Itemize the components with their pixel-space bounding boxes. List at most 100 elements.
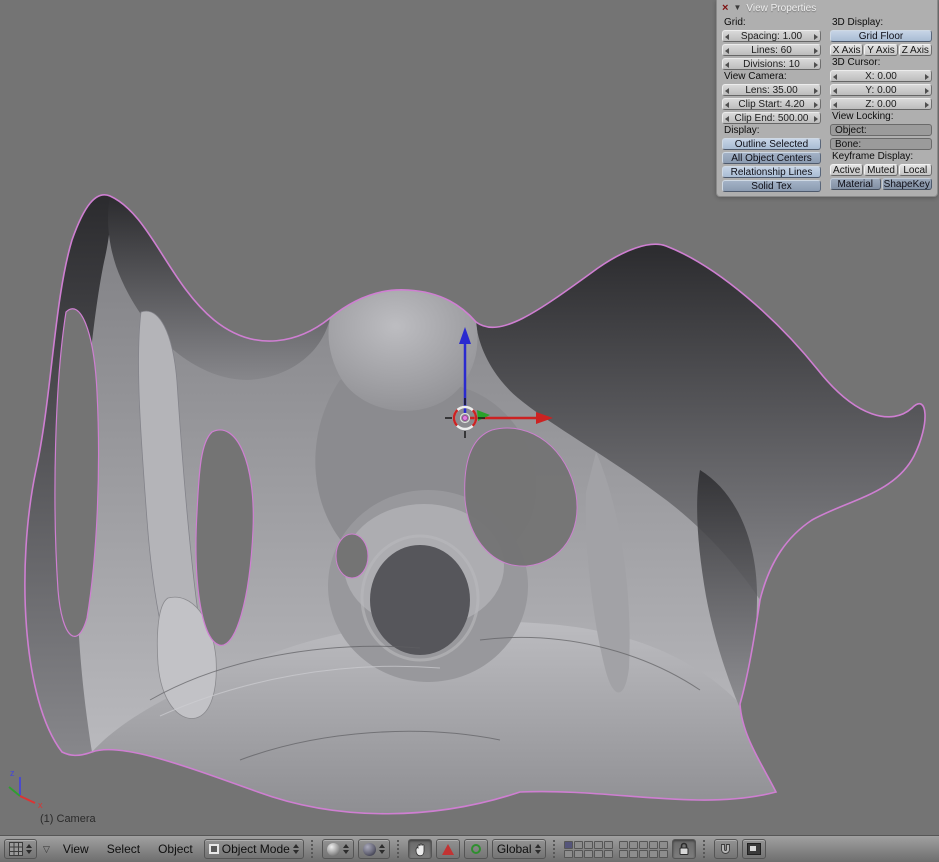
manipulator-rotate-toggle[interactable] bbox=[464, 839, 488, 859]
grid-spacing-field[interactable]: Spacing: 1.00 bbox=[722, 30, 821, 42]
increment-arrow-icon[interactable] bbox=[814, 48, 818, 54]
decrement-arrow-icon[interactable] bbox=[833, 88, 837, 94]
orientation-select[interactable]: Global bbox=[492, 839, 546, 859]
collapse-icon[interactable]: ▼ bbox=[733, 2, 741, 14]
cursor-x-field[interactable]: X: 0.00 bbox=[830, 70, 932, 82]
viewport-status-text: (1) Camera bbox=[40, 813, 97, 825]
layer-toggle[interactable] bbox=[659, 850, 668, 858]
lock-bone-field[interactable]: Bone: bbox=[830, 138, 932, 150]
layer-toggle[interactable] bbox=[584, 841, 593, 849]
keyframe-material-toggle[interactable]: Material bbox=[830, 178, 881, 190]
snap-button[interactable] bbox=[714, 839, 738, 859]
layer-toggle[interactable] bbox=[649, 850, 658, 858]
keyframe-muted-label: Muted bbox=[867, 165, 895, 176]
grid-lines-field[interactable]: Lines: 60 bbox=[722, 44, 821, 56]
render-preview-button[interactable] bbox=[742, 839, 766, 859]
decrement-arrow-icon[interactable] bbox=[725, 116, 729, 122]
mesh-hole-small bbox=[336, 534, 368, 578]
increment-arrow-icon[interactable] bbox=[814, 116, 818, 122]
mode-select[interactable]: Object Mode bbox=[204, 839, 304, 859]
object-menu[interactable]: Object bbox=[151, 836, 200, 862]
layer-toggle[interactable] bbox=[639, 850, 648, 858]
grid-floor-toggle[interactable]: Grid Floor bbox=[830, 30, 932, 42]
pivot-point-icon bbox=[363, 843, 376, 856]
increment-arrow-icon[interactable] bbox=[814, 62, 818, 68]
layer-toggle[interactable] bbox=[584, 850, 593, 858]
decrement-arrow-icon[interactable] bbox=[833, 74, 837, 80]
dropdown-arrows-icon bbox=[26, 844, 32, 854]
clip-end-field[interactable]: Clip End: 500.00 bbox=[722, 112, 821, 124]
orientation-value: Global bbox=[497, 842, 532, 856]
layer-buttons bbox=[564, 841, 668, 858]
solid-tex-toggle[interactable]: Solid Tex bbox=[722, 180, 821, 192]
y-axis-toggle[interactable]: Y Axis bbox=[864, 44, 897, 56]
z-axis-toggle[interactable]: Z Axis bbox=[899, 44, 932, 56]
cursor-z-field[interactable]: Z: 0.00 bbox=[830, 98, 932, 110]
increment-arrow-icon[interactable] bbox=[925, 74, 929, 80]
increment-arrow-icon[interactable] bbox=[814, 34, 818, 40]
increment-arrow-icon[interactable] bbox=[925, 88, 929, 94]
editor-type-select[interactable] bbox=[4, 839, 37, 859]
panel-header: × ▼ View Properties bbox=[717, 0, 937, 16]
header-pulldown-icon[interactable]: ▽ bbox=[41, 844, 52, 855]
layer-toggle[interactable] bbox=[604, 850, 613, 858]
decrement-arrow-icon[interactable] bbox=[725, 102, 729, 108]
rotate-circle-icon bbox=[471, 844, 481, 854]
layer-toggle[interactable] bbox=[659, 841, 668, 849]
manipulator-hand-toggle[interactable] bbox=[408, 839, 432, 859]
outline-selected-toggle[interactable]: Outline Selected bbox=[722, 138, 821, 150]
dropdown-arrows-icon bbox=[379, 844, 385, 854]
solid-tex-label: Solid Tex bbox=[751, 181, 791, 192]
manipulator-translate-toggle[interactable] bbox=[436, 839, 460, 859]
keyframe-shapekey-toggle[interactable]: ShapeKey bbox=[882, 178, 933, 190]
keyframe-local-toggle[interactable]: Local bbox=[899, 164, 932, 176]
translate-triangle-icon bbox=[442, 844, 454, 855]
all-object-centers-toggle[interactable]: All Object Centers bbox=[722, 152, 821, 164]
close-icon[interactable]: × bbox=[722, 2, 728, 14]
cursor-y-field[interactable]: Y: 0.00 bbox=[830, 84, 932, 96]
grid-divisions-field[interactable]: Divisions: 10 bbox=[722, 58, 821, 70]
layer-toggle[interactable] bbox=[619, 841, 628, 849]
increment-arrow-icon[interactable] bbox=[814, 102, 818, 108]
increment-arrow-icon[interactable] bbox=[814, 88, 818, 94]
relationship-lines-toggle[interactable]: Relationship Lines bbox=[722, 166, 821, 178]
decrement-arrow-icon[interactable] bbox=[833, 102, 837, 108]
layer-toggle[interactable] bbox=[629, 841, 638, 849]
lens-field[interactable]: Lens: 35.00 bbox=[722, 84, 821, 96]
cursor-x-value: X: 0.00 bbox=[865, 71, 897, 82]
decrement-arrow-icon[interactable] bbox=[725, 34, 729, 40]
draw-type-select[interactable] bbox=[322, 839, 354, 859]
layer-toggle[interactable] bbox=[619, 850, 628, 858]
layer-toggle[interactable] bbox=[574, 841, 583, 849]
grid-floor-label: Grid Floor bbox=[859, 31, 903, 42]
decrement-arrow-icon[interactable] bbox=[725, 48, 729, 54]
layer-toggle[interactable] bbox=[639, 841, 648, 849]
layer-toggle[interactable] bbox=[604, 841, 613, 849]
layer-toggle[interactable] bbox=[594, 841, 603, 849]
layer-toggle[interactable] bbox=[564, 841, 573, 849]
layer-toggle[interactable] bbox=[574, 850, 583, 858]
pivot-select[interactable] bbox=[358, 839, 390, 859]
dropdown-arrows-icon bbox=[343, 844, 349, 854]
view-menu[interactable]: View bbox=[56, 836, 96, 862]
dropdown-arrows-icon bbox=[535, 844, 541, 854]
lock-layers-toggle[interactable] bbox=[672, 839, 696, 859]
layer-toggle[interactable] bbox=[594, 850, 603, 858]
layer-toggle[interactable] bbox=[629, 850, 638, 858]
keyframe-active-toggle[interactable]: Active bbox=[830, 164, 863, 176]
increment-arrow-icon[interactable] bbox=[925, 102, 929, 108]
mesh-object[interactable] bbox=[25, 195, 925, 814]
decrement-arrow-icon[interactable] bbox=[725, 88, 729, 94]
layer-toggle[interactable] bbox=[649, 841, 658, 849]
select-menu[interactable]: Select bbox=[100, 836, 147, 862]
clip-start-field[interactable]: Clip Start: 4.20 bbox=[722, 98, 821, 110]
lock-object-field[interactable]: Object: bbox=[830, 124, 932, 136]
layer-toggle[interactable] bbox=[564, 850, 573, 858]
layer-group-2 bbox=[619, 841, 668, 858]
keyframe-muted-toggle[interactable]: Muted bbox=[864, 164, 897, 176]
grid-spacing-value: Spacing: 1.00 bbox=[741, 31, 802, 42]
x-axis-toggle[interactable]: X Axis bbox=[830, 44, 863, 56]
decrement-arrow-icon[interactable] bbox=[725, 62, 729, 68]
display-section-label: Display: bbox=[722, 126, 821, 136]
grid-lines-value: Lines: 60 bbox=[751, 45, 792, 56]
